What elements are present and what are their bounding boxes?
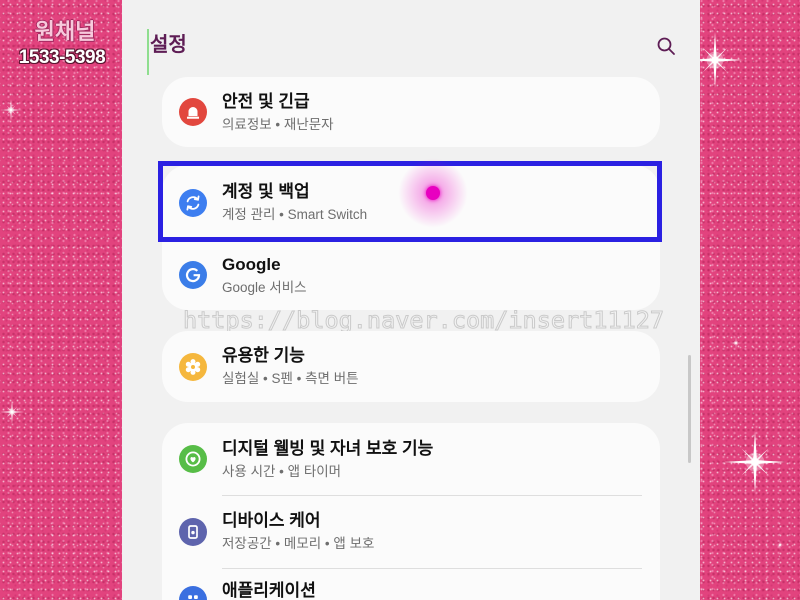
item-title: Google: [222, 254, 281, 274]
siren-icon: [179, 98, 207, 126]
item-subtitle: 저장공간 • 메모리 • 앱 보호: [222, 536, 375, 551]
google-icon: [179, 261, 207, 289]
device-care-icon: [179, 517, 207, 546]
focus-indicator: [147, 29, 149, 75]
item-title: 안전 및 긴급: [222, 91, 310, 111]
gear-icon: [179, 352, 207, 381]
page-title: 설정: [150, 34, 187, 56]
settings-screen: 설정 안전 및 긴급 의료정보 • 재난문자 계정 및 백업 계정 관리 • S…: [122, 0, 700, 600]
settings-card-safety: 안전 및 긴급 의료정보 • 재난문자: [162, 77, 660, 147]
item-title: 애플리케이션: [222, 581, 316, 600]
settings-item-advanced-features[interactable]: 유용한 기능 실험실 • S펜 • 측면 버튼: [162, 331, 660, 402]
heart-circle-icon: [179, 445, 207, 473]
sparkle-icon: [0, 400, 24, 424]
sparkle-icon: [0, 99, 22, 121]
divider: [222, 568, 642, 569]
apps-icon: [179, 586, 207, 600]
settings-item-digital-wellbeing[interactable]: 디지털 웰빙 및 자녀 보호 기능 사용 시간 • 앱 타이머: [162, 423, 660, 495]
settings-item-device-care[interactable]: 디바이스 케어 저장공간 • 메모리 • 앱 보호: [162, 495, 660, 568]
settings-item-safety-emergency[interactable]: 안전 및 긴급 의료정보 • 재난문자: [162, 77, 660, 147]
item-title: 디바이스 케어: [222, 511, 321, 530]
settings-card-advanced: 유용한 기능 실험실 • S펜 • 측면 버튼: [162, 331, 660, 402]
item-title: 디지털 웰빙 및 자녀 보호 기능: [222, 438, 434, 458]
settings-item-applications[interactable]: 애플리케이션: [162, 568, 660, 600]
sparkle-icon: [724, 431, 786, 493]
settings-card-device: 디지털 웰빙 및 자녀 보호 기능 사용 시간 • 앱 타이머 디바이스 케어 …: [162, 423, 660, 600]
sparkle-icon: [730, 337, 742, 349]
scrollbar[interactable]: [688, 355, 691, 463]
watermark: https://blog.naver.com/insert11127: [182, 306, 665, 335]
channel-phone-number: 1533-5398: [18, 47, 106, 68]
divider: [222, 495, 642, 496]
settings-item-google[interactable]: Google Google 서비스: [162, 240, 660, 310]
channel-name: 원채널: [34, 19, 96, 44]
sparkle-icon: [775, 540, 785, 550]
item-subtitle: 의료정보 • 재난문자: [222, 116, 334, 132]
item-subtitle: 실험실 • S펜 • 측면 버튼: [222, 371, 359, 386]
search-button[interactable]: [655, 35, 677, 57]
search-icon: [657, 37, 675, 55]
item-subtitle: 사용 시간 • 앱 타이머: [222, 463, 342, 479]
item-title: 유용한 기능: [222, 346, 305, 365]
item-subtitle: Google 서비스: [222, 279, 307, 295]
touch-indicator: [426, 186, 440, 200]
